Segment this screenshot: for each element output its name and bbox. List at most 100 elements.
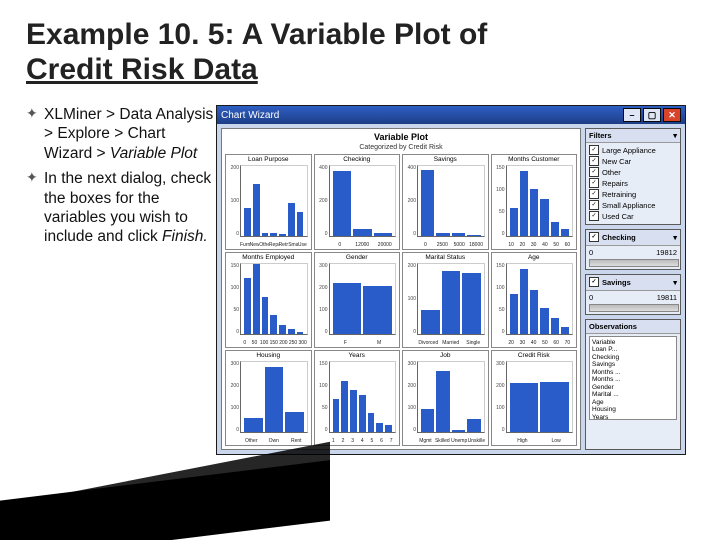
x-ticks: OtherOwnRent xyxy=(240,438,308,444)
bars xyxy=(417,361,485,433)
bullet-item: ✦ XLMiner > Data Analysis > Explore > Ch… xyxy=(26,105,216,163)
savings-max: 19811 xyxy=(657,293,677,302)
filters-header: Filters xyxy=(589,131,612,140)
bars xyxy=(506,165,574,237)
bar xyxy=(285,412,304,432)
bar xyxy=(510,208,518,236)
filter-label: Used Car xyxy=(602,212,634,221)
observation-item[interactable]: Age xyxy=(592,399,674,406)
bar xyxy=(551,222,559,236)
observation-item[interactable]: Years xyxy=(592,414,674,420)
checking-slider[interactable] xyxy=(589,259,679,267)
filter-item[interactable]: ✓Large Appliance xyxy=(589,145,677,155)
bar xyxy=(540,199,548,236)
filter-label: Large Appliance xyxy=(602,146,656,155)
mini-chart-title: Credit Risk xyxy=(492,352,577,359)
checkbox-icon[interactable]: ✓ xyxy=(589,232,599,242)
y-ticks: 150100500 xyxy=(227,263,239,335)
mini-chart: Checking400200001200020000 xyxy=(314,154,401,250)
checkbox-icon[interactable]: ✓ xyxy=(589,178,599,188)
plot-title: Variable Plot xyxy=(225,132,577,142)
chevron-down-icon[interactable]: ▾ xyxy=(673,233,677,242)
mini-chart: Months Employed1501005000501001502002503… xyxy=(225,252,312,348)
checkbox-icon[interactable]: ✓ xyxy=(589,156,599,166)
x-ticks: 203040506070 xyxy=(506,340,574,346)
observation-item[interactable]: Variable xyxy=(592,339,674,346)
bar xyxy=(520,269,528,334)
window-titlebar[interactable]: Chart Wizard – ▢ ✕ xyxy=(217,106,685,124)
observation-item[interactable]: Loan P... xyxy=(592,346,674,353)
mini-chart: Marital Status2001000DivorcedMarriedSing… xyxy=(402,252,489,348)
filter-item[interactable]: ✓Repairs xyxy=(589,178,677,188)
bar xyxy=(262,297,269,334)
y-ticks: 2001000 xyxy=(404,263,416,335)
bar xyxy=(333,171,352,236)
bar xyxy=(436,371,449,432)
bars xyxy=(240,361,308,433)
bar xyxy=(244,418,263,432)
checkbox-icon[interactable]: ✓ xyxy=(589,200,599,210)
mini-chart: Credit Risk3002001000HighLow xyxy=(491,350,578,446)
filter-label: Repairs xyxy=(602,179,628,188)
mini-chart-title: Housing xyxy=(226,352,311,359)
bar xyxy=(462,273,481,334)
mini-chart-title: Checking xyxy=(315,156,400,163)
checkbox-icon[interactable]: ✓ xyxy=(589,277,599,287)
mini-chart: Loan Purpose2001000FurnApplNew CarOtherR… xyxy=(225,154,312,250)
filter-label: Small Appliance xyxy=(602,201,655,210)
y-ticks: 3002001000 xyxy=(493,361,505,433)
checkbox-icon[interactable]: ✓ xyxy=(589,167,599,177)
bullet-item: ✦ In the next dialog, check the boxes fo… xyxy=(26,169,216,247)
chevron-down-icon[interactable]: ▾ xyxy=(673,131,677,140)
bar xyxy=(442,271,461,334)
bar xyxy=(333,399,340,432)
savings-panel: ✓Savings▾ 019811 xyxy=(585,274,681,315)
mini-chart-title: Marital Status xyxy=(403,254,488,261)
observation-item[interactable]: Marital ... xyxy=(592,391,674,398)
filter-label: Retraining xyxy=(602,190,636,199)
bar xyxy=(436,233,449,237)
observation-item[interactable]: Gender xyxy=(592,384,674,391)
mini-chart-title: Savings xyxy=(403,156,488,163)
checking-max: 19812 xyxy=(656,248,677,257)
variable-plot-area: Variable Plot Categorized by Credit Risk… xyxy=(221,128,581,450)
chart-wizard-window: Chart Wizard – ▢ ✕ Variable Plot Categor… xyxy=(216,105,686,455)
bar xyxy=(244,208,251,236)
y-ticks: 4002000 xyxy=(316,165,328,237)
bars xyxy=(417,263,485,335)
small-multiples-grid: Loan Purpose2001000FurnApplNew CarOtherR… xyxy=(225,154,577,446)
close-icon[interactable]: ✕ xyxy=(663,108,681,122)
bar xyxy=(265,367,284,432)
filter-item[interactable]: ✓Retraining xyxy=(589,189,677,199)
x-ticks: 02500500018000 xyxy=(417,242,485,248)
filter-item[interactable]: ✓New Car xyxy=(589,156,677,166)
bar xyxy=(561,327,569,334)
filter-item[interactable]: ✓Other xyxy=(589,167,677,177)
filter-item[interactable]: ✓Small Appliance xyxy=(589,200,677,210)
bars xyxy=(329,361,397,433)
observation-item[interactable]: Checking xyxy=(592,354,674,361)
mini-chart: Savings400200002500500018000 xyxy=(402,154,489,250)
savings-header: Savings xyxy=(602,278,631,287)
mini-chart-title: Job xyxy=(403,352,488,359)
filter-label: New Car xyxy=(602,157,631,166)
savings-slider[interactable] xyxy=(589,304,679,312)
maximize-icon[interactable]: ▢ xyxy=(643,108,661,122)
checkbox-icon[interactable]: ✓ xyxy=(589,145,599,155)
checkbox-icon[interactable]: ✓ xyxy=(589,189,599,199)
y-ticks: 150100500 xyxy=(493,165,505,237)
observation-item[interactable]: Savings xyxy=(592,361,674,368)
minimize-icon[interactable]: – xyxy=(623,108,641,122)
chevron-down-icon[interactable]: ▾ xyxy=(673,278,677,287)
observation-item[interactable]: Months ... xyxy=(592,376,674,383)
checkbox-icon[interactable]: ✓ xyxy=(589,211,599,221)
observation-item[interactable]: Months ... xyxy=(592,369,674,376)
observations-list[interactable]: VariableLoan P...CheckingSavingsMonths .… xyxy=(589,336,677,420)
filter-item[interactable]: ✓Used Car xyxy=(589,211,677,221)
side-panels: Filters▾ ✓Large Appliance✓New Car✓Other✓… xyxy=(585,128,681,450)
observation-item[interactable]: Housing xyxy=(592,406,674,413)
bar xyxy=(262,233,269,237)
title-underlined: Credit Risk Data xyxy=(26,53,258,86)
bullet-list: ✦ XLMiner > Data Analysis > Explore > Ch… xyxy=(26,105,216,253)
mini-chart-title: Age xyxy=(492,254,577,261)
